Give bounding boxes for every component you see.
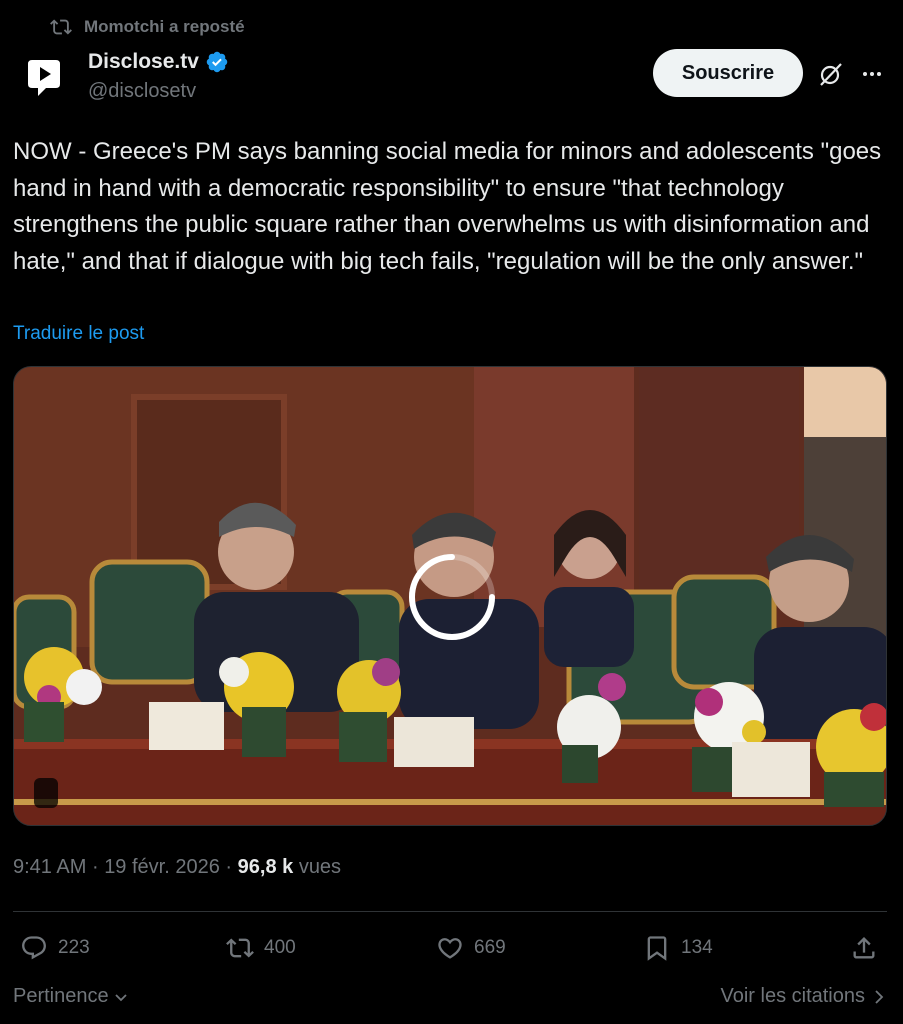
heart-icon [438, 938, 462, 959]
chevron-right-icon [875, 989, 884, 1004]
action-bar: 223 400 669 134 [0, 928, 903, 968]
like-count: 669 [474, 937, 506, 958]
repost-header[interactable]: Momotchi a reposté [50, 16, 245, 38]
repost-icon [50, 19, 72, 35]
reply-count: 223 [58, 937, 90, 958]
repost-button[interactable]: 400 [226, 928, 296, 968]
video-player[interactable] [13, 366, 887, 826]
verified-badge-icon [206, 51, 228, 73]
subscribe-button[interactable]: Souscrire [653, 49, 803, 97]
divider [13, 911, 887, 912]
quotes-label: Voir les citations [720, 985, 865, 1007]
view-quotes-link[interactable]: Voir les citations [720, 985, 885, 1008]
author-name[interactable]: Disclose.tv [88, 50, 199, 74]
disclose-logo-icon [28, 60, 60, 96]
video-control[interactable] [34, 778, 58, 808]
more-icon[interactable] [857, 60, 887, 88]
share-icon [853, 937, 875, 959]
reply-button[interactable]: 223 [20, 928, 90, 968]
repost-label: Momotchi a reposté [84, 17, 245, 36]
like-button[interactable]: 669 [436, 928, 506, 968]
loading-spinner [405, 550, 499, 644]
post-time[interactable]: 9:41 AM [13, 856, 86, 878]
post-text: NOW - Greece's PM says banning social me… [13, 138, 882, 275]
share-button[interactable] [850, 928, 878, 968]
bookmark-count: 134 [681, 937, 713, 958]
meta-separator: · [91, 856, 99, 878]
bookmark-icon [647, 936, 667, 961]
author-handle[interactable]: @disclosetv [88, 80, 229, 103]
repost-icon [226, 938, 254, 958]
sort-label: Pertinence [13, 985, 109, 1007]
meta-separator: · [225, 856, 233, 878]
views-label: vues [298, 856, 342, 878]
views-count: 96,8 k [237, 856, 294, 878]
post-meta: 9:41 AM · 19 févr. 2026 · 96,8 k vues [13, 856, 341, 879]
repost-count: 400 [264, 937, 296, 958]
translate-link[interactable]: Traduire le post [13, 323, 144, 345]
bookmark-button[interactable]: 134 [643, 928, 713, 968]
reply-icon [22, 936, 46, 960]
grok-icon[interactable] [817, 60, 845, 88]
post-date[interactable]: 19 févr. 2026 [104, 856, 220, 878]
chevron-down-icon [114, 993, 127, 1001]
sort-dropdown[interactable]: Pertinence [13, 985, 129, 1008]
author-block: Disclose.tv @disclosetv [88, 50, 229, 103]
avatar[interactable] [18, 52, 70, 104]
